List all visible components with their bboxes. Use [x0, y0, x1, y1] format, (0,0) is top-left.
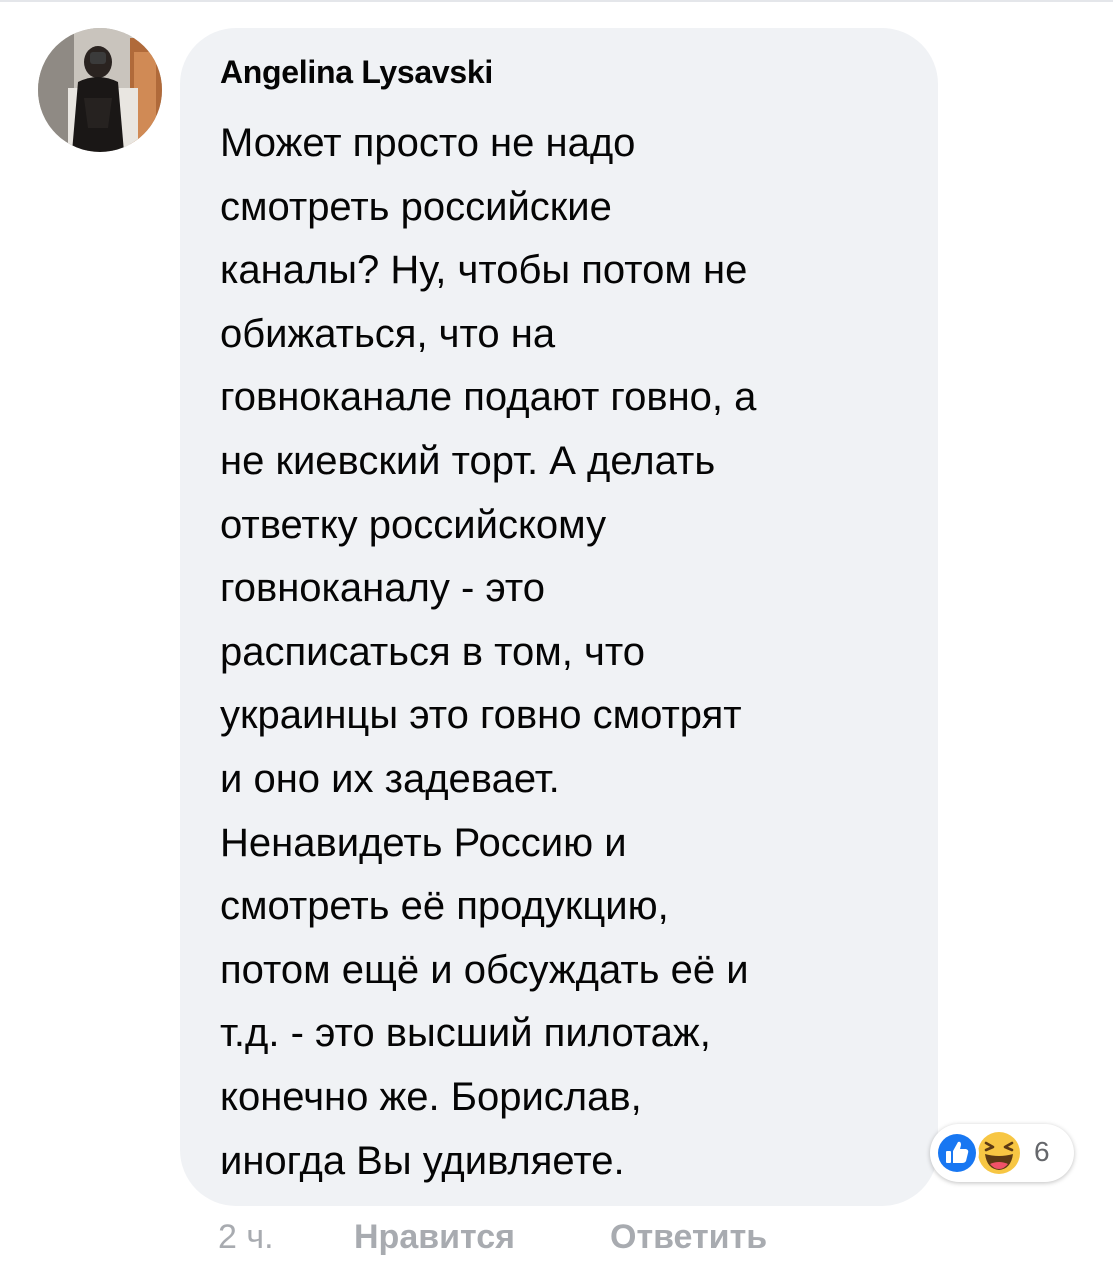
comment-author[interactable]: Angelina Lysavski — [220, 54, 493, 91]
comment-text-line: конечно же. Борислав, — [220, 1074, 642, 1119]
comment-text-line: Может просто не надо — [220, 121, 636, 165]
comment-text-line: и оно их задевает. — [220, 756, 560, 801]
like-icon — [934, 1130, 980, 1176]
top-divider — [0, 0, 1113, 2]
comment-text-line: говноканале подают говно, а — [220, 375, 757, 420]
haha-icon — [974, 1128, 1024, 1178]
comment-text-line: обижаться, что на — [220, 311, 556, 356]
comment-text-line: не киевский торт. А делать — [220, 438, 716, 483]
comment-text-line: украинцы это говно смотрят — [220, 693, 742, 738]
comment-text-line: Ненавидеть Россию и — [220, 820, 627, 865]
reactions-summary[interactable]: 6 — [930, 1124, 1074, 1182]
comment-text-line: смотреть российские — [220, 184, 612, 229]
comment-text-line: т.д. - это высший пилотаж, — [220, 1011, 711, 1056]
reaction-count: 6 — [1034, 1136, 1050, 1167]
like-button[interactable]: Нравится — [354, 1218, 515, 1257]
comment-text-line: ответку российскому — [220, 502, 607, 547]
comment-timestamp[interactable]: 2 ч. — [218, 1218, 274, 1257]
comment-text-line: потом ещё и обсуждать её и — [220, 947, 749, 992]
comment-text-line: смотреть её продукцию, — [220, 884, 669, 929]
reply-button[interactable]: Ответить — [610, 1218, 767, 1257]
comment-text: Может просто не надо смотреть российские… — [220, 112, 920, 1193]
avatar-photo — [38, 28, 162, 152]
comment-text-line: расписаться в том, что — [220, 629, 645, 674]
comment-text-line: каналы? Ну, чтобы потом не — [220, 248, 748, 293]
comment-text-line: иногда Вы удивляете. — [220, 1138, 625, 1183]
comment-text-line: говноканалу - это — [220, 566, 546, 611]
comment-bubble: Angelina Lysavski Может просто не надо с… — [180, 28, 938, 1206]
avatar[interactable] — [38, 28, 162, 152]
